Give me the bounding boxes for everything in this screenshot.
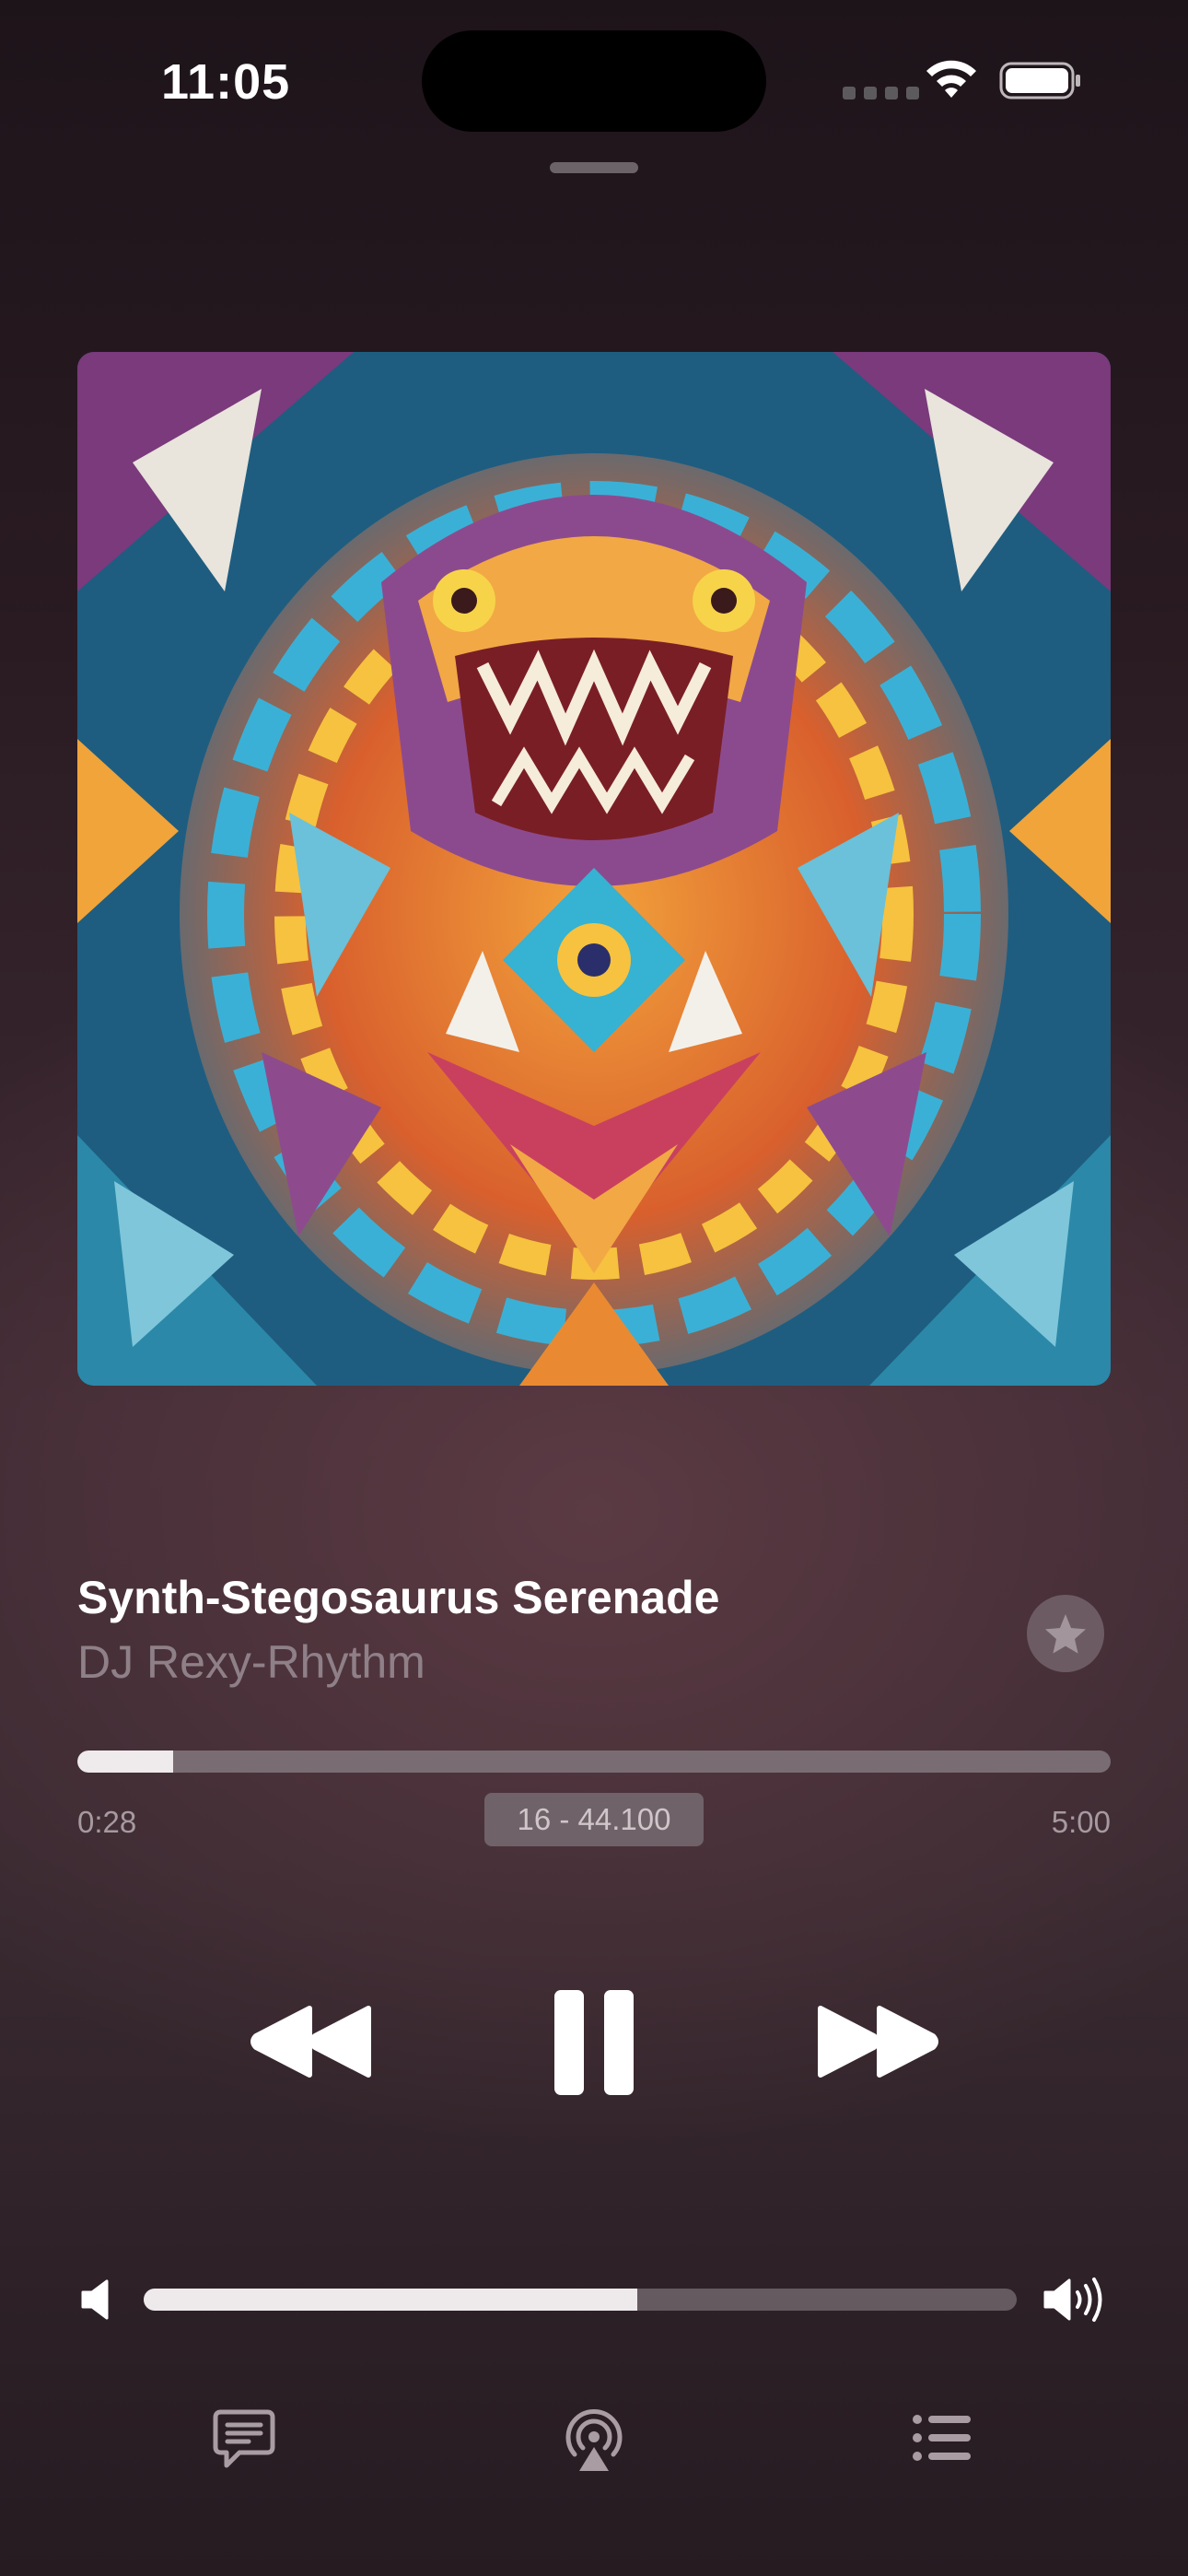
volume-slider[interactable] (144, 2289, 1017, 2311)
next-button[interactable] (815, 2005, 938, 2078)
previous-button[interactable] (250, 2005, 374, 2078)
battery-icon (999, 62, 1080, 100)
volume-level-fill (144, 2289, 637, 2311)
rewind-icon (250, 2006, 371, 2078)
star-icon (1045, 1614, 1086, 1654)
audio-quality-badge[interactable]: 16 - 44.100 (484, 1793, 704, 1846)
queue-list-icon (913, 2415, 971, 2461)
pause-icon (554, 1990, 634, 2095)
playback-scrubber[interactable] (77, 1751, 1111, 1773)
speaker-high-icon (1043, 2277, 1102, 2322)
lyrics-button[interactable] (212, 2406, 276, 2476)
album-artwork-mosaic-dinosaur (77, 352, 1111, 1386)
track-artist[interactable]: DJ Rexy-Rhythm (77, 1635, 425, 1689)
dynamic-island (422, 30, 766, 132)
airplay-audio-icon (565, 2408, 623, 2471)
lyrics-bubble-icon (213, 2409, 275, 2468)
queue-button[interactable] (912, 2412, 973, 2468)
speaker-low-icon (81, 2279, 109, 2320)
status-time: 11:05 (161, 54, 291, 110)
fast-forward-icon (818, 2006, 938, 2078)
pause-button[interactable] (553, 1988, 635, 2097)
wifi-icon (926, 60, 976, 98)
cellular-signal-icon (843, 87, 919, 100)
airplay-button[interactable] (561, 2406, 627, 2477)
track-title: Synth-Stegosaurus Serenade (77, 1572, 720, 1623)
track-duration: 5:00 (1051, 1805, 1111, 1839)
playback-progress-fill (77, 1751, 174, 1773)
album-artwork (77, 352, 1111, 1386)
favorite-button[interactable] (1027, 1595, 1104, 1672)
elapsed-time: 0:28 (77, 1805, 137, 1839)
now-playing-screen: 11:05 Synth-Stegosaurus Serenade DJ Rexy… (0, 0, 1188, 2576)
sheet-grabber[interactable] (550, 162, 638, 173)
